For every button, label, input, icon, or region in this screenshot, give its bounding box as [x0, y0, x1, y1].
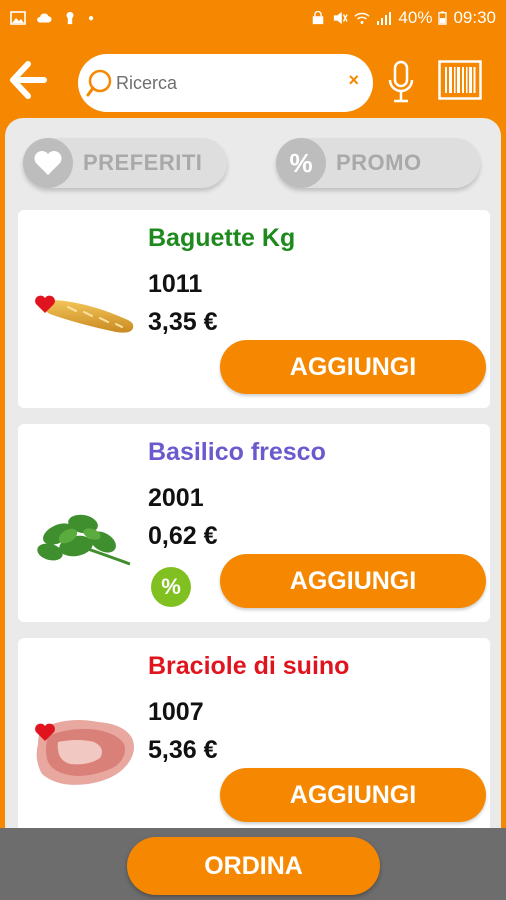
percent-icon: % [276, 138, 326, 188]
battery-percent: 40% [398, 8, 433, 27]
product-name: Baguette Kg [148, 224, 296, 252]
product-name: Basilico fresco [148, 438, 326, 466]
keyhole-notification-icon [66, 11, 74, 25]
mute-icon [334, 11, 349, 25]
battery-icon [438, 11, 448, 25]
lock-status-icon [313, 11, 324, 25]
microphone-icon[interactable] [386, 58, 416, 106]
clear-search-icon[interactable]: × [348, 70, 359, 91]
gallery-notification-icon [10, 11, 26, 25]
favorite-heart-icon[interactable] [34, 722, 56, 742]
top-bar: × [0, 40, 506, 124]
favorites-filter-label: PREFERITI [83, 150, 203, 175]
product-card: Baguette Kg 1011 3,35 € AGGIUNGI [18, 210, 490, 408]
promo-filter-label: PROMO [336, 150, 422, 175]
bottom-bar: ORDINA [0, 828, 506, 900]
order-button[interactable]: ORDINA [127, 837, 380, 895]
cloud-notification-icon [37, 13, 52, 23]
favorite-heart-icon[interactable] [34, 294, 56, 314]
basil-image [37, 514, 131, 566]
wifi-icon [354, 12, 371, 24]
product-price: 3,35 € [148, 308, 218, 336]
product-name: Braciole di suino [148, 652, 350, 680]
product-card: Braciole di suino 1007 5,36 € AGGIUNGI [18, 638, 490, 836]
promo-badge-icon: % [151, 567, 191, 607]
search-icon [86, 69, 112, 97]
product-code: 2001 [148, 484, 204, 512]
product-code: 1007 [148, 698, 204, 726]
product-code: 1011 [148, 270, 203, 298]
dot-notification-icon: ● [88, 12, 95, 24]
product-price: 5,36 € [148, 736, 218, 764]
add-to-cart-button[interactable]: AGGIUNGI [220, 768, 486, 822]
status-bar: ● 40% 09:30 [0, 0, 506, 36]
barcode-scanner-icon[interactable] [438, 60, 482, 100]
promo-filter-button[interactable]: % PROMO [276, 138, 480, 188]
favorites-filter-button[interactable]: PREFERITI [23, 138, 227, 188]
product-card: Basilico fresco 2001 0,62 € % AGGIUNGI [18, 424, 490, 622]
search-input[interactable] [116, 68, 336, 98]
content-panel: PREFERITI % PROMO Baguette Kg 1011 3,35 … [5, 118, 501, 900]
add-to-cart-button[interactable]: AGGIUNGI [220, 554, 486, 608]
add-to-cart-button[interactable]: AGGIUNGI [220, 340, 486, 394]
search-bar[interactable]: × [78, 54, 373, 112]
product-price: 0,62 € [148, 522, 218, 550]
clock: 09:30 [453, 8, 496, 27]
back-arrow-icon[interactable] [8, 58, 48, 102]
signal-icon [377, 12, 392, 25]
heart-icon [23, 138, 73, 188]
